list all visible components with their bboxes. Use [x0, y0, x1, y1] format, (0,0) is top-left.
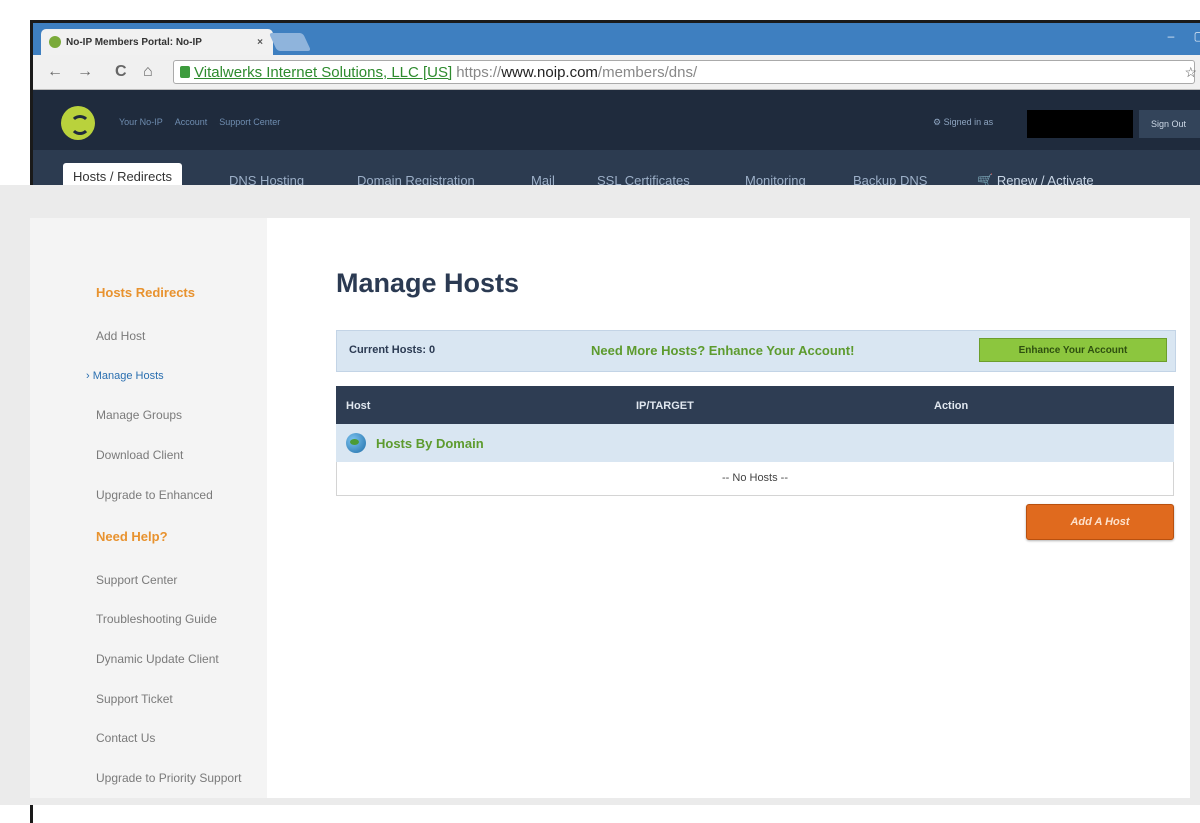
sidebar-item-support-center[interactable]: Support Center [96, 573, 177, 587]
top-link-your-noip[interactable]: Your No-IP [119, 117, 163, 127]
current-bullet-icon: › [86, 370, 90, 382]
redacted-username [1027, 110, 1133, 138]
sign-out-button[interactable]: Sign Out [1139, 110, 1200, 138]
home-icon[interactable]: ⌂ [143, 63, 153, 81]
tab-strip: No-IP Members Portal: No-IP × – ▢ [33, 23, 1200, 55]
window-controls[interactable]: – ▢ [1168, 29, 1200, 43]
top-links: Your No-IP Account Support Center [119, 117, 280, 127]
sidebar [30, 218, 267, 798]
noip-logo-icon[interactable] [61, 106, 95, 140]
new-tab-button[interactable] [268, 33, 312, 51]
favicon-icon [49, 36, 61, 48]
column-ip-target: IP/TARGET [636, 400, 694, 412]
site-topbar: Your No-IP Account Support Center ⚙ Sign… [33, 90, 1200, 150]
tab-title: No-IP Members Portal: No-IP [66, 36, 202, 48]
tab-close-icon[interactable]: × [257, 37, 263, 48]
browser-tab[interactable]: No-IP Members Portal: No-IP × [41, 29, 273, 55]
sidebar-section-help: Need Help? [96, 529, 168, 544]
group-row-hosts-by-domain[interactable]: Hosts By Domain [336, 424, 1174, 462]
page-title: Manage Hosts [336, 268, 520, 298]
sidebar-item-download-client[interactable]: Download Client [96, 448, 183, 462]
globe-icon [346, 433, 366, 453]
column-host: Host [346, 400, 371, 412]
url-host: www.noip.com [501, 63, 598, 81]
group-label: Hosts By Domain [376, 436, 484, 451]
current-hosts-count: Current Hosts: 0 [349, 344, 436, 356]
sidebar-item-manage-hosts[interactable]: › Manage Hosts [86, 370, 164, 382]
sidebar-item-dynamic-update-client[interactable]: Dynamic Update Client [96, 652, 219, 666]
sidebar-item-add-host[interactable]: Add Host [96, 329, 145, 343]
column-action: Action [934, 400, 969, 412]
hosts-info-bar: Current Hosts: 0 Need More Hosts? Enhanc… [336, 330, 1176, 372]
add-host-button[interactable]: Add A Host [1026, 504, 1174, 540]
url-path: /members/dns/ [597, 63, 698, 81]
hosts-table: Host IP/TARGET Action Hosts By Domain --… [336, 386, 1174, 496]
enhance-account-button[interactable]: Enhance Your Account [979, 338, 1167, 362]
bookmark-star-icon[interactable]: ☆ ⋮ [1185, 64, 1200, 81]
sidebar-section-hosts: Hosts Redirects [96, 285, 195, 300]
table-header: Host IP/TARGET Action [336, 386, 1174, 424]
ev-certificate-label[interactable]: Vitalwerks Internet Solutions, LLC [US] [194, 64, 452, 81]
back-icon[interactable]: ← [47, 63, 63, 81]
sidebar-item-troubleshooting[interactable]: Troubleshooting Guide [96, 612, 217, 626]
url-scheme: https:// [456, 63, 502, 81]
url-field[interactable]: Vitalwerks Internet Solutions, LLC [US] … [173, 60, 1195, 84]
no-hosts-text: -- No Hosts -- [722, 472, 788, 484]
signed-in-label: ⚙ Signed in as [933, 117, 994, 127]
lock-icon [180, 66, 190, 78]
top-link-support[interactable]: Support Center [219, 117, 280, 127]
sidebar-item-upgrade-enhanced[interactable]: Upgrade to Enhanced [96, 488, 213, 502]
sidebar-item-priority-support[interactable]: Upgrade to Priority Support [96, 771, 241, 785]
empty-row: -- No Hosts -- [336, 462, 1174, 496]
sidebar-item-support-ticket[interactable]: Support Ticket [96, 692, 173, 706]
top-link-account[interactable]: Account [175, 117, 208, 127]
address-bar: ← → C ⌂ Vitalwerks Internet Solutions, L… [33, 55, 1200, 90]
sidebar-item-manage-groups[interactable]: Manage Groups [96, 408, 182, 422]
forward-icon[interactable]: → [77, 63, 93, 81]
upgrade-promo-text: Need More Hosts? Enhance Your Account! [591, 343, 855, 358]
sidebar-item-contact-us[interactable]: Contact Us [96, 731, 155, 745]
reload-icon[interactable]: C [115, 63, 127, 81]
